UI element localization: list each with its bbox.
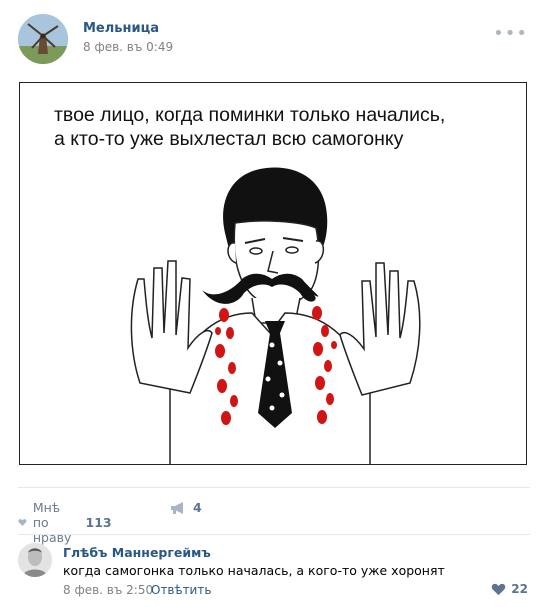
comment: Глѣбъ Маннергеймъ когда самогонка только…	[18, 543, 530, 603]
share-button[interactable]: 4	[170, 500, 202, 515]
comment-date[interactable]: 8 фев. въ 2:50	[63, 583, 153, 597]
divider	[18, 534, 530, 535]
post-author[interactable]: Мельница	[83, 21, 159, 36]
megaphone-icon	[171, 501, 183, 514]
share-count: 4	[193, 500, 202, 515]
like-button[interactable]: Мнѣ по нраву 113	[18, 500, 112, 545]
windmill-icon	[18, 14, 68, 64]
reply-button[interactable]: Отвѣтить	[151, 583, 211, 597]
community-avatar[interactable]	[18, 14, 68, 64]
comment-like-button[interactable]: 22	[491, 582, 528, 596]
like-count: 113	[85, 515, 112, 530]
commenter-avatar[interactable]	[18, 543, 52, 577]
post-date[interactable]: 8 фев. въ 0:49	[83, 40, 173, 54]
comment-text: когда самогонка только началась, а кого-…	[63, 563, 445, 578]
divider	[18, 487, 530, 488]
like-label: Мнѣ по нраву	[32, 500, 72, 545]
meme-drawing	[130, 167, 421, 464]
ellipsis-icon[interactable]: •••	[493, 23, 528, 44]
comment-like-count: 22	[511, 582, 528, 596]
heart-icon	[492, 583, 506, 595]
post-header: Мельница 8 фев. въ 0:49 •••	[18, 14, 530, 66]
post-image[interactable]: твое лицо, когда поминки только начались…	[19, 82, 527, 465]
heart-icon	[18, 519, 27, 526]
comment-author[interactable]: Глѣбъ Маннергеймъ	[63, 545, 211, 560]
portrait-icon	[18, 543, 52, 577]
